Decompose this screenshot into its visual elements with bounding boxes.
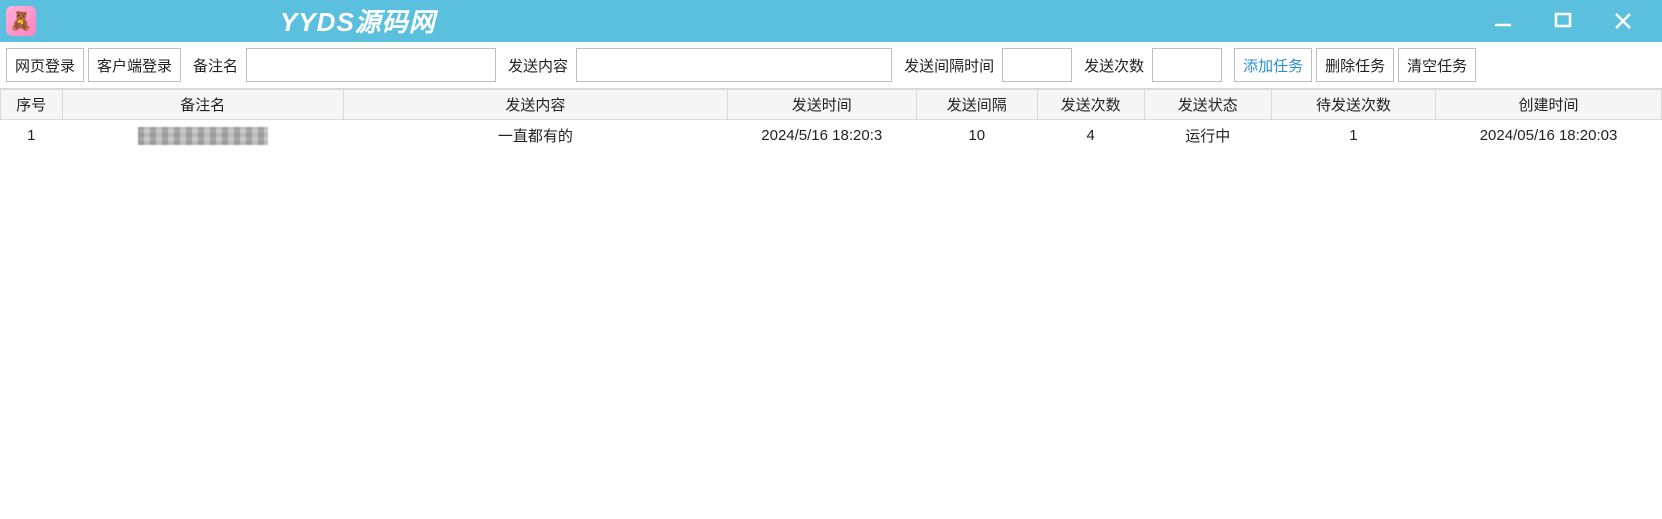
content-input[interactable] xyxy=(576,48,892,82)
col-header-content[interactable]: 发送内容 xyxy=(343,90,727,120)
label-note: 备注名 xyxy=(185,48,242,82)
col-header-seq[interactable]: 序号 xyxy=(1,90,63,120)
cell-content: 一直都有的 xyxy=(343,120,727,152)
col-header-status[interactable]: 发送状态 xyxy=(1144,90,1271,120)
col-header-sendtime[interactable]: 发送时间 xyxy=(727,90,916,120)
cell-interval: 10 xyxy=(916,120,1037,152)
task-table: 序号 备注名 发送内容 发送时间 发送间隔 发送次数 发送状态 待发送次数 创建… xyxy=(0,89,1662,152)
table-header-row: 序号 备注名 发送内容 发送时间 发送间隔 发送次数 发送状态 待发送次数 创建… xyxy=(1,90,1662,120)
titlebar-left: 🧸 xyxy=(6,6,36,36)
cell-created: 2024/05/16 18:20:03 xyxy=(1436,120,1662,152)
note-input[interactable] xyxy=(246,48,496,82)
cell-note xyxy=(62,120,343,152)
clear-task-button[interactable]: 清空任务 xyxy=(1398,48,1476,82)
cell-pending: 1 xyxy=(1271,120,1435,152)
label-interval: 发送间隔时间 xyxy=(896,48,998,82)
interval-input[interactable] xyxy=(1002,48,1072,82)
pixelated-note xyxy=(138,127,268,145)
col-header-pending[interactable]: 待发送次数 xyxy=(1271,90,1435,120)
cell-count: 4 xyxy=(1037,120,1144,152)
web-login-button[interactable]: 网页登录 xyxy=(6,48,84,82)
col-header-count[interactable]: 发送次数 xyxy=(1037,90,1144,120)
close-icon[interactable] xyxy=(1608,11,1638,31)
app-icon: 🧸 xyxy=(6,6,36,36)
col-header-note[interactable]: 备注名 xyxy=(62,90,343,120)
cell-sendtime: 2024/5/16 18:20:3 xyxy=(727,120,916,152)
task-table-wrap: 序号 备注名 发送内容 发送时间 发送间隔 发送次数 发送状态 待发送次数 创建… xyxy=(0,88,1662,152)
cell-seq: 1 xyxy=(1,120,63,152)
window-controls xyxy=(1488,11,1658,31)
label-count: 发送次数 xyxy=(1076,48,1148,82)
label-content: 发送内容 xyxy=(500,48,572,82)
watermark-text: YYDS源码网 xyxy=(280,2,436,39)
maximize-icon[interactable] xyxy=(1548,12,1578,30)
col-header-interval[interactable]: 发送间隔 xyxy=(916,90,1037,120)
minimize-icon[interactable] xyxy=(1488,11,1518,31)
cell-status: 运行中 xyxy=(1144,120,1271,152)
add-task-button[interactable]: 添加任务 xyxy=(1234,48,1312,82)
toolbar: 网页登录 客户端登录 备注名 发送内容 发送间隔时间 发送次数 添加任务 删除任… xyxy=(0,42,1662,88)
table-row[interactable]: 1 一直都有的 2024/5/16 18:20:3 10 4 运行中 1 202… xyxy=(1,120,1662,152)
titlebar: 🧸 YYDS源码网 xyxy=(0,0,1662,42)
client-login-button[interactable]: 客户端登录 xyxy=(88,48,181,82)
col-header-created[interactable]: 创建时间 xyxy=(1436,90,1662,120)
count-input[interactable] xyxy=(1152,48,1222,82)
delete-task-button[interactable]: 删除任务 xyxy=(1316,48,1394,82)
